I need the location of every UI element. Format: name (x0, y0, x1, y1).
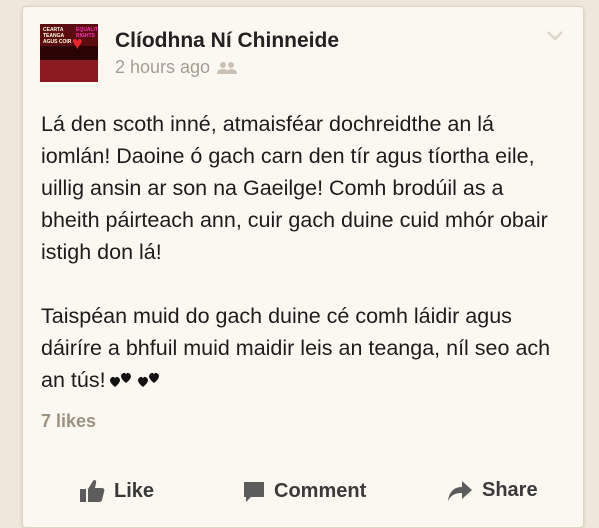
post-paragraph: Lá den scoth inné, atmaisféar dochreidth… (41, 112, 548, 264)
post-paragraph-last: Taispéan muid do gach duine cé comh láid… (41, 300, 561, 396)
post-meta: 2 hours ago (115, 57, 238, 78)
like-button[interactable]: Like (79, 479, 154, 503)
two-hearts-icon (137, 372, 159, 387)
timestamp[interactable]: 2 hours ago (115, 57, 210, 78)
share-label: Share (482, 479, 538, 501)
chevron-down-icon[interactable] (547, 31, 563, 41)
thumbs-up-icon (80, 479, 105, 502)
comment-button[interactable]: Comment (243, 480, 366, 503)
author-name[interactable]: Clíodhna Ní Chinneide (115, 29, 339, 53)
comment-icon (244, 481, 264, 502)
likes-count[interactable]: 7 likes (41, 411, 96, 432)
action-bar: Like Comment Share (23, 469, 583, 521)
avatar-band (40, 60, 98, 82)
avatar-band (40, 46, 98, 60)
friends-icon (217, 61, 238, 74)
comment-label: Comment (274, 480, 367, 502)
avatar[interactable]: CEARTA TEANGA AGUS COIR EQUALITY RIGHTS … (40, 24, 98, 82)
share-button[interactable]: Share (447, 479, 538, 502)
post-body: Lá den scoth inné, atmaisféar dochreidth… (41, 108, 561, 396)
like-label: Like (114, 479, 155, 502)
two-hearts-emoji (109, 371, 163, 391)
two-hearts-icon (109, 372, 131, 387)
post-card: CEARTA TEANGA AGUS COIR EQUALITY RIGHTS … (22, 6, 584, 528)
share-arrow-icon (448, 480, 472, 501)
heart-icon: ♥ (72, 33, 83, 53)
avatar-text-left: CEARTA TEANGA AGUS COIR (43, 27, 72, 45)
